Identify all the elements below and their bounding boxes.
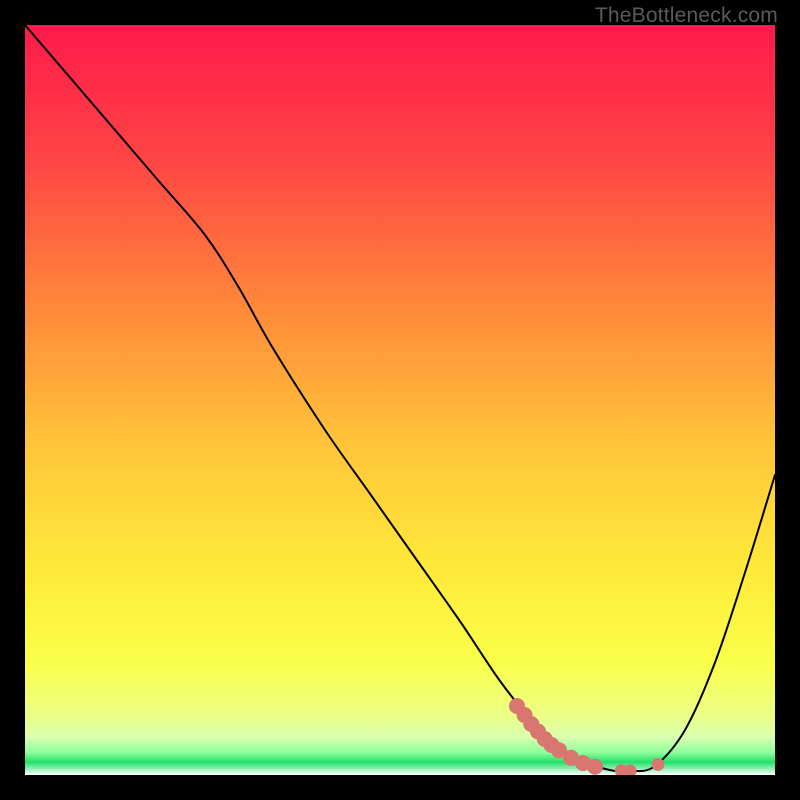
gradient-background [25, 25, 775, 775]
marker-dot [587, 759, 603, 775]
chart-svg [25, 25, 775, 775]
plot-area [25, 25, 775, 775]
marker-dot [652, 758, 665, 771]
chart-frame: TheBottleneck.com [0, 0, 800, 800]
